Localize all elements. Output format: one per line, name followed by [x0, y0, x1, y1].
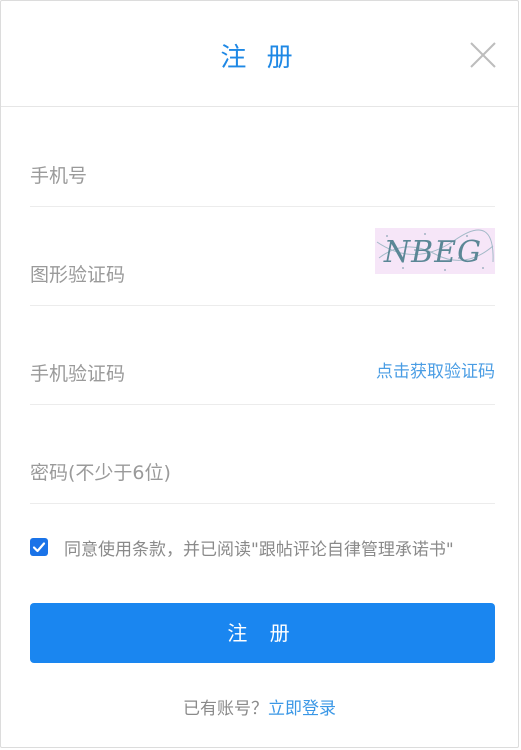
- check-icon: [32, 542, 46, 553]
- phone-field[interactable]: 手机号: [30, 108, 495, 207]
- captcha-field[interactable]: 图形验证码 NBEG: [30, 207, 495, 306]
- login-link[interactable]: 立即登录: [268, 699, 336, 719]
- register-button[interactable]: 注 册: [30, 603, 495, 663]
- dialog-title: 注 册: [220, 43, 299, 73]
- agreement-row: 同意使用条款，并已阅读"跟帖评论自律管理承诺书": [30, 536, 454, 560]
- dialog-header: 注 册: [1, 1, 518, 107]
- login-prompt-text: 已有账号？: [183, 699, 268, 719]
- agreement-checkbox[interactable]: [30, 538, 48, 556]
- close-button[interactable]: [469, 41, 497, 69]
- register-dialog: 注 册 手机号 图形验证码 NBEG 手机验证码 点击获取验证码 密码(不少于6…: [0, 0, 519, 748]
- captcha-graphic: NBEG: [375, 228, 495, 274]
- close-icon: [470, 42, 496, 68]
- password-field[interactable]: 密码(不少于6位): [30, 405, 495, 504]
- agreement-text: 同意使用条款，并已阅读"跟帖评论自律管理承诺书": [64, 539, 454, 560]
- sms-code-placeholder: 手机验证码: [30, 363, 126, 385]
- captcha-text: NBEG: [383, 235, 482, 270]
- sms-code-field[interactable]: 手机验证码 点击获取验证码: [30, 306, 495, 405]
- login-prompt: 已有账号？立即登录: [1, 694, 518, 719]
- password-placeholder: 密码(不少于6位): [30, 462, 171, 484]
- get-sms-code-link[interactable]: 点击获取验证码: [376, 357, 495, 382]
- captcha-placeholder: 图形验证码: [30, 264, 126, 286]
- phone-placeholder: 手机号: [30, 165, 88, 187]
- captcha-image[interactable]: NBEG: [375, 228, 495, 274]
